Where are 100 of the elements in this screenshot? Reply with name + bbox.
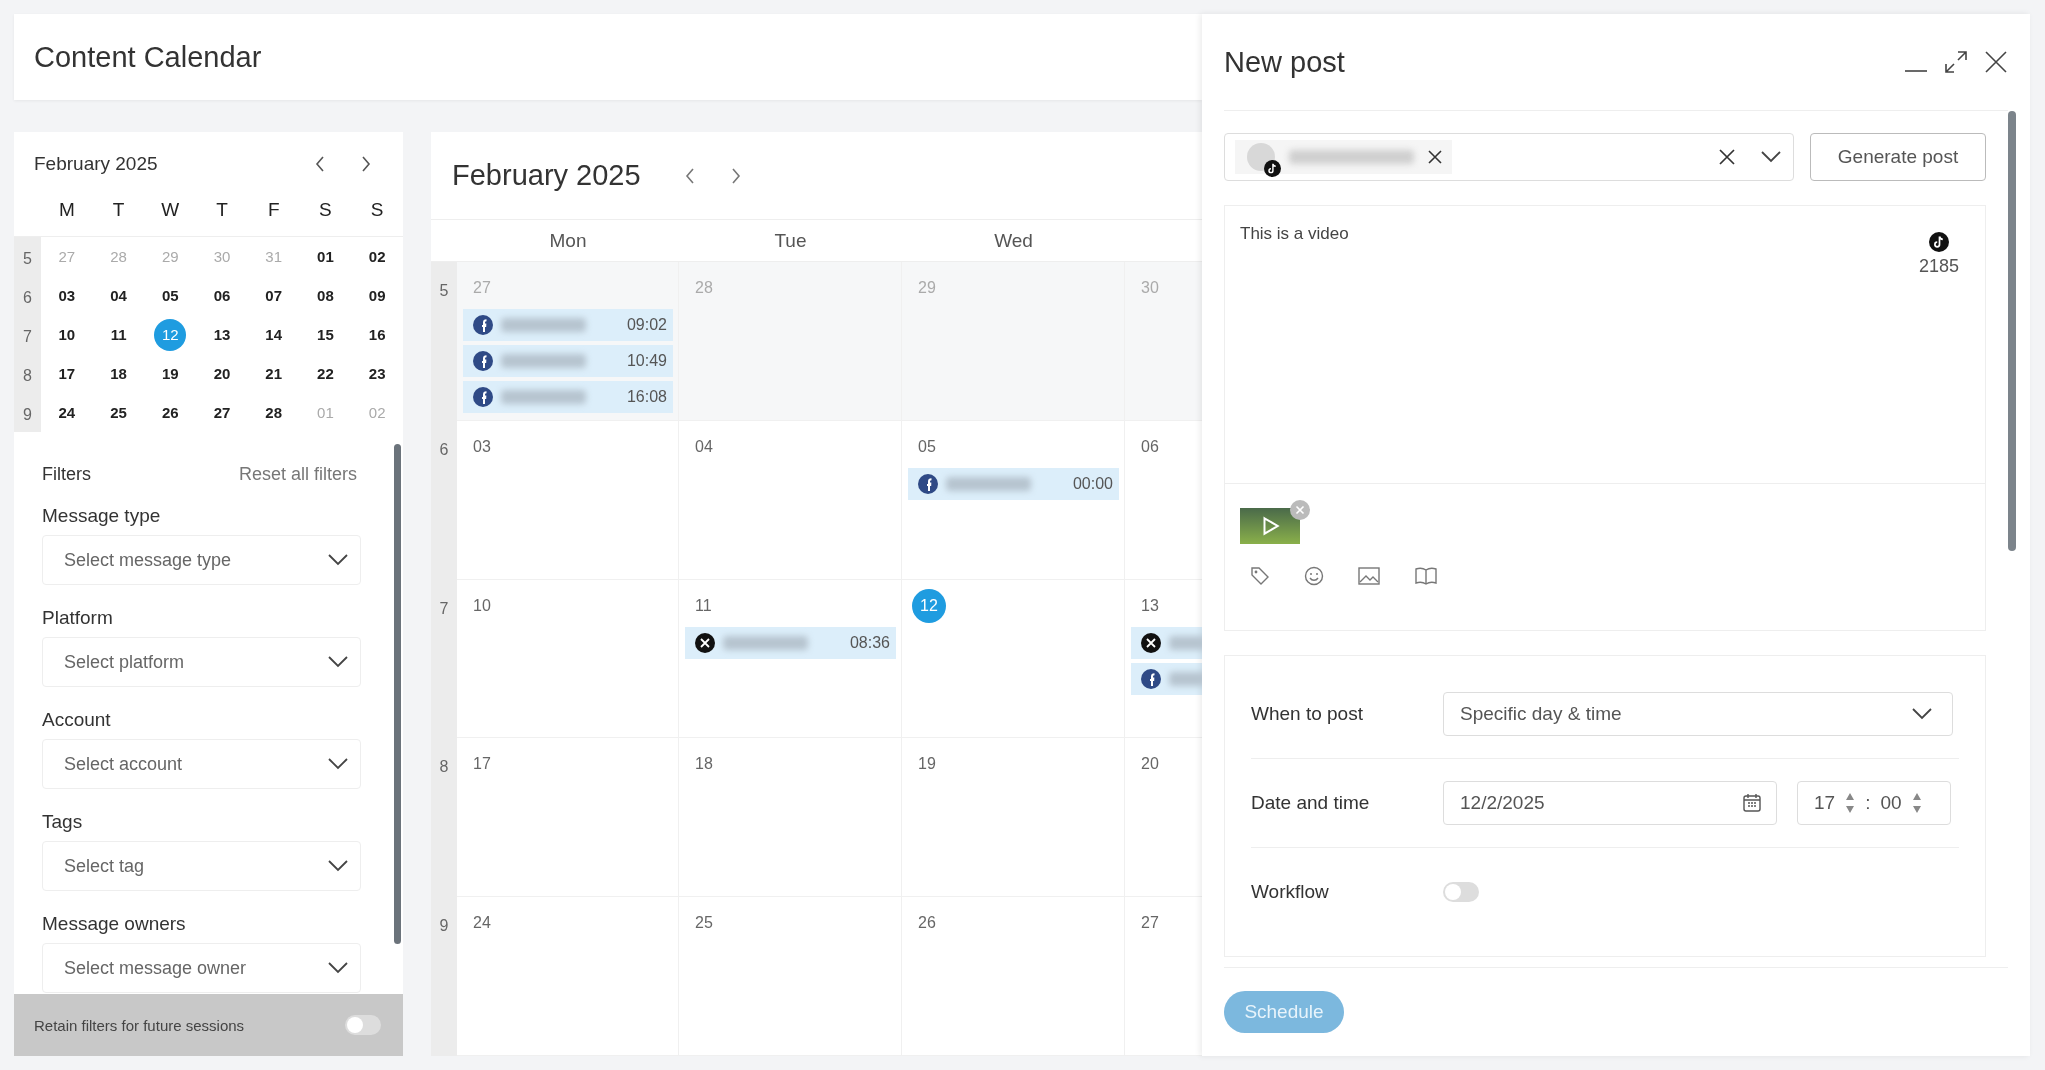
calendar-day[interactable]: 01	[309, 240, 342, 273]
week-number: 8	[22, 366, 33, 386]
calendar-day[interactable]: 05	[154, 279, 187, 312]
day-number: 17	[473, 754, 491, 775]
scrollbar[interactable]	[2008, 111, 2016, 551]
calendar-day[interactable]: 28	[257, 396, 290, 429]
filter-label: Platform	[42, 607, 114, 629]
calendar-day[interactable]: 15	[309, 318, 342, 351]
event-chip[interactable]: 09:02	[463, 309, 673, 342]
calendar-day[interactable]: 06	[206, 279, 238, 312]
book-icon[interactable]	[1414, 566, 1438, 586]
chevron-left-icon[interactable]	[684, 167, 695, 184]
day-number: 25	[695, 913, 713, 934]
select-dropdown[interactable]: Select platform	[42, 637, 361, 687]
day-cell[interactable]: 11 08:36	[679, 579, 902, 739]
day-cell[interactable]: 25	[679, 897, 902, 1056]
day-number: 13	[1141, 595, 1159, 616]
day-cell[interactable]: 04	[679, 420, 902, 580]
calendar-day[interactable]: 08	[309, 279, 342, 312]
calendar-day[interactable]: 23	[361, 357, 394, 390]
time-field[interactable]: 17 : 00	[1797, 781, 1951, 825]
week-number: 7	[22, 327, 33, 347]
day-number: 28	[695, 278, 713, 299]
minute-value: 00	[1880, 792, 1902, 814]
chevron-left-icon[interactable]	[315, 156, 325, 172]
calendar-day[interactable]: 22	[309, 357, 342, 390]
calendar-day[interactable]: 02	[361, 240, 394, 273]
scrollbar[interactable]	[394, 444, 401, 944]
spinner-arrows-icon[interactable]	[1845, 791, 1856, 815]
event-chip[interactable]: 00:00	[908, 467, 1119, 500]
calendar-day[interactable]: 07	[257, 279, 290, 312]
expand-icon[interactable]	[1944, 50, 1968, 74]
day-cell[interactable]: 27 09:02 10:49 16:08	[457, 262, 679, 421]
reset-filters-link[interactable]: Reset all filters	[238, 464, 357, 485]
music-note-icon	[1264, 160, 1281, 177]
week-number: 5	[431, 262, 457, 421]
calendar-day[interactable]: 16	[361, 318, 394, 351]
day-number: 04	[695, 436, 713, 457]
calendar-day[interactable]: 21	[257, 357, 290, 390]
day-number: 26	[918, 913, 936, 934]
tag-icon[interactable]	[1250, 566, 1270, 586]
calendar-day[interactable]: 25	[102, 396, 135, 429]
calendar-day[interactable]: 24	[50, 396, 83, 429]
chevron-right-icon[interactable]	[361, 156, 371, 172]
week-number: 9	[431, 897, 457, 1056]
weekday-header: Wed	[993, 229, 1034, 252]
filters-title: Filters	[42, 464, 91, 485]
weekday-label: T	[215, 199, 229, 221]
day-cell[interactable]: 18	[679, 738, 902, 898]
calendar-day[interactable]: 19	[154, 357, 187, 390]
calendar-day[interactable]: 14	[257, 318, 290, 351]
day-cell[interactable]: 03	[457, 420, 679, 580]
calendar-day[interactable]: 26	[154, 396, 187, 429]
weekday-label: F	[266, 199, 281, 221]
select-dropdown[interactable]: Select account	[42, 739, 361, 789]
calendar-day[interactable]: 10	[50, 318, 83, 351]
calendar-day[interactable]: 13	[206, 318, 238, 351]
toggle-switch[interactable]	[345, 1015, 381, 1035]
panel-title: New post	[1224, 45, 1345, 79]
day-cell[interactable]: 26	[902, 897, 1125, 1056]
date-time-label: Date and time	[1251, 792, 1371, 814]
event-chip[interactable]: 08:36	[685, 626, 896, 659]
day-cell[interactable]: 24	[457, 897, 679, 1056]
select-dropdown[interactable]: Select tag	[42, 841, 361, 891]
facebook-icon	[473, 351, 493, 372]
event-chip[interactable]: 16:08	[463, 381, 673, 414]
generate-post-button[interactable]: Generate post	[1810, 133, 1986, 181]
calendar-day[interactable]: 04	[102, 279, 135, 312]
select-dropdown[interactable]: Select message owner	[42, 943, 361, 993]
close-icon[interactable]	[1984, 50, 2008, 74]
date-field[interactable]: 12/2/2025	[1443, 781, 1777, 825]
calendar-day[interactable]: 09	[361, 279, 394, 312]
day-cell[interactable]: 05 00:00	[902, 420, 1125, 580]
select-dropdown[interactable]: Select message type	[42, 535, 361, 585]
day-cell[interactable]: 10	[457, 579, 679, 739]
remove-icon[interactable]	[1428, 150, 1442, 164]
day-number: 12	[912, 588, 946, 623]
week-number: 5	[22, 249, 33, 269]
day-number: 03	[473, 436, 491, 457]
clear-icon[interactable]	[1719, 149, 1735, 165]
spinner-arrows-icon[interactable]	[1911, 791, 1922, 815]
post-editor[interactable]: This is a video 2185	[1224, 205, 1986, 631]
when-to-post-select[interactable]: Specific day & time	[1443, 692, 1953, 736]
calendar-day[interactable]: 18	[102, 357, 135, 390]
day-cell[interactable]: 17	[457, 738, 679, 898]
image-icon[interactable]	[1358, 567, 1380, 585]
chevron-right-icon[interactable]	[730, 167, 741, 184]
emoji-icon[interactable]	[1304, 566, 1324, 586]
event-chip[interactable]: 10:49	[463, 345, 673, 378]
toggle-switch[interactable]	[1443, 882, 1479, 902]
day-cell[interactable]: 19	[902, 738, 1125, 898]
weekday-label: T	[111, 199, 126, 221]
calendar-day[interactable]: 20	[206, 357, 238, 390]
calendar-day[interactable]: 11	[102, 318, 135, 351]
calendar-day[interactable]: 17	[50, 357, 83, 390]
calendar-day[interactable]: 03	[50, 279, 83, 312]
calendar-icon	[1742, 793, 1762, 813]
chevron-down-icon	[328, 656, 348, 668]
video-thumbnail[interactable]	[1240, 508, 1300, 544]
calendar-day[interactable]: 27	[206, 396, 238, 429]
